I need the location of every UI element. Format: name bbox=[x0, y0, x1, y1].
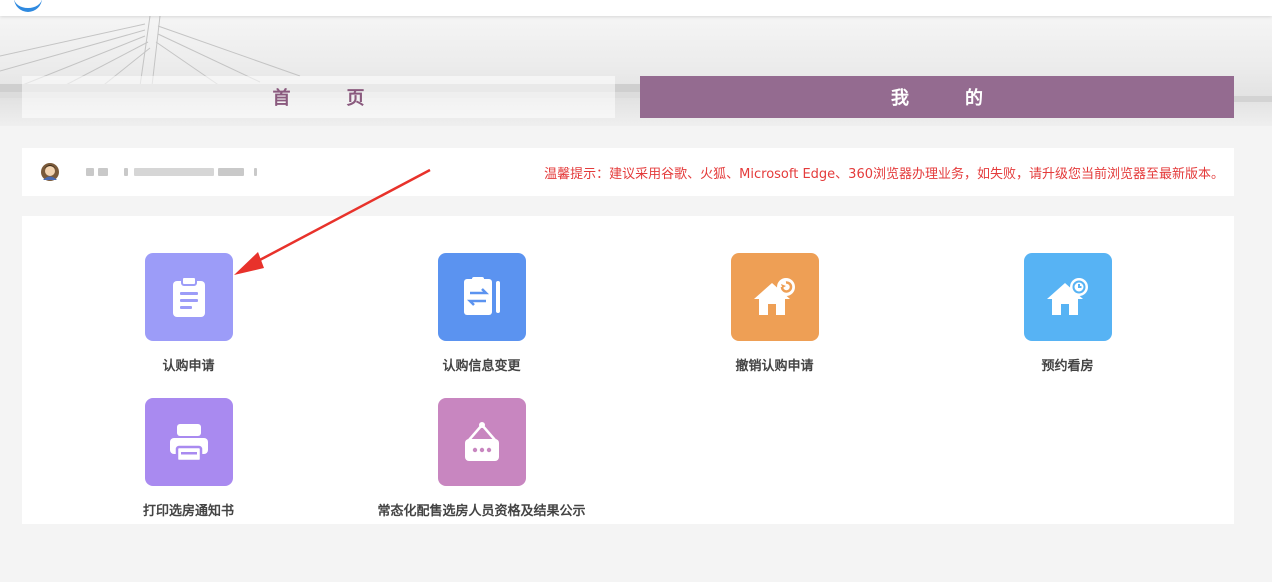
menu-item-label: 认购申请 bbox=[162, 359, 215, 374]
menu-item-label: 认购信息变更 bbox=[442, 359, 521, 374]
top-bar bbox=[0, 0, 1272, 16]
tab-mine-label: 我的 bbox=[891, 88, 1039, 109]
menu-item-label: 撤销认购申请 bbox=[735, 359, 814, 374]
tile bbox=[1023, 253, 1112, 341]
tab-home[interactable]: 首页 bbox=[22, 76, 615, 118]
tile bbox=[437, 398, 526, 486]
tab-mine[interactable]: 我的 bbox=[640, 76, 1234, 118]
menu-item-public-notice[interactable]: 常态化配售选房人员资格及结果公示 bbox=[335, 398, 628, 528]
menu-item-label: 常态化配售选房人员资格及结果公示 bbox=[377, 504, 586, 519]
menu-item-print-notice[interactable]: 打印选房通知书 bbox=[42, 398, 335, 528]
user-avatar-icon bbox=[41, 163, 59, 181]
browser-notice: 温馨提示：建议采用谷歌、火狐、Microsoft Edge、360浏览器办理业务… bbox=[544, 167, 1224, 182]
notice-board-icon bbox=[464, 422, 499, 461]
menu-item-cancel-subscription[interactable]: 撤销认购申请 bbox=[628, 253, 921, 383]
exchange-document-icon bbox=[463, 277, 500, 315]
tile bbox=[144, 253, 233, 341]
user-name-redacted bbox=[86, 166, 286, 178]
house-undo-icon bbox=[753, 278, 795, 315]
printer-icon bbox=[169, 424, 208, 463]
tab-home-label: 首页 bbox=[272, 88, 421, 109]
clipboard-icon bbox=[172, 276, 205, 317]
tile bbox=[144, 398, 233, 486]
menu-item-viewing-appointment[interactable]: 预约看房 bbox=[921, 253, 1214, 383]
menu-item-label: 打印选房通知书 bbox=[142, 504, 234, 519]
house-clock-icon bbox=[1046, 278, 1088, 315]
logo[interactable] bbox=[14, 0, 42, 12]
tile bbox=[730, 253, 819, 341]
menu-item-subscription-apply[interactable]: 认购申请 bbox=[42, 253, 335, 383]
user-bar: 温馨提示：建议采用谷歌、火狐、Microsoft Edge、360浏览器办理业务… bbox=[22, 148, 1234, 196]
service-panel: 认购申请 认购信息变更 撤销认购申请 预约看房 打印选房通知书 常态化配售选房人… bbox=[22, 216, 1234, 524]
tile bbox=[437, 253, 526, 341]
menu-item-label: 预约看房 bbox=[1041, 359, 1094, 374]
menu-item-subscription-change[interactable]: 认购信息变更 bbox=[335, 253, 628, 383]
